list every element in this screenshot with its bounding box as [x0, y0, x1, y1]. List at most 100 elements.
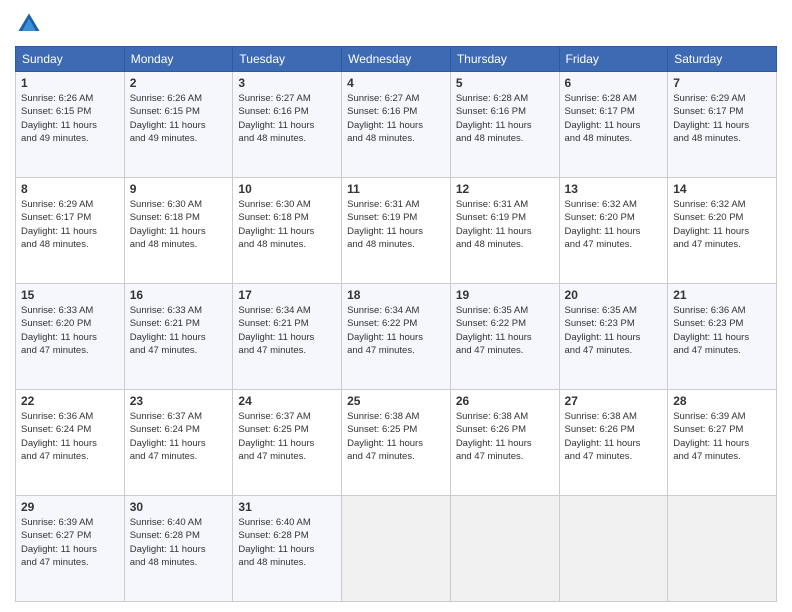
day-number: 26 — [456, 394, 554, 408]
day-number: 12 — [456, 182, 554, 196]
day-info: Sunrise: 6:36 AM Sunset: 6:23 PM Dayligh… — [673, 304, 771, 357]
calendar-cell: 4 Sunrise: 6:27 AM Sunset: 6:16 PM Daylig… — [342, 72, 451, 178]
day-info: Sunrise: 6:31 AM Sunset: 6:19 PM Dayligh… — [456, 198, 554, 251]
calendar-cell: 27Sunrise: 6:38 AM Sunset: 6:26 PM Dayli… — [559, 390, 668, 496]
calendar-cell: 18Sunrise: 6:34 AM Sunset: 6:22 PM Dayli… — [342, 284, 451, 390]
calendar-cell: 1 Sunrise: 6:26 AM Sunset: 6:15 PM Daylig… — [16, 72, 125, 178]
day-number: 3 — [238, 76, 336, 90]
calendar-cell: 29 Sunrise: 6:39 AM Sunset: 6:27 PM Dayli… — [16, 496, 125, 602]
day-number: 1 — [21, 76, 119, 90]
calendar-cell: 28 Sunrise: 6:39 AM Sunset: 6:27 PM Dayli… — [668, 390, 777, 496]
calendar-cell: 2Sunrise: 6:26 AM Sunset: 6:15 PM Daylig… — [124, 72, 233, 178]
calendar-week-2: 8 Sunrise: 6:29 AM Sunset: 6:17 PM Daylig… — [16, 178, 777, 284]
day-number: 18 — [347, 288, 445, 302]
calendar-table: SundayMondayTuesdayWednesdayThursdayFrid… — [15, 46, 777, 602]
day-info: Sunrise: 6:37 AM Sunset: 6:25 PM Dayligh… — [238, 410, 336, 463]
day-number: 6 — [565, 76, 663, 90]
day-info: Sunrise: 6:35 AM Sunset: 6:22 PM Dayligh… — [456, 304, 554, 357]
day-info: Sunrise: 6:33 AM Sunset: 6:20 PM Dayligh… — [21, 304, 119, 357]
calendar-header-wednesday: Wednesday — [342, 47, 451, 72]
calendar-header-monday: Monday — [124, 47, 233, 72]
day-info: Sunrise: 6:26 AM Sunset: 6:15 PM Dayligh… — [130, 92, 228, 145]
calendar-cell: 6 Sunrise: 6:28 AM Sunset: 6:17 PM Daylig… — [559, 72, 668, 178]
day-info: Sunrise: 6:29 AM Sunset: 6:17 PM Dayligh… — [21, 198, 119, 251]
day-info: Sunrise: 6:30 AM Sunset: 6:18 PM Dayligh… — [238, 198, 336, 251]
day-info: Sunrise: 6:30 AM Sunset: 6:18 PM Dayligh… — [130, 198, 228, 251]
calendar-header-saturday: Saturday — [668, 47, 777, 72]
day-number: 17 — [238, 288, 336, 302]
calendar-cell: 30 Sunrise: 6:40 AM Sunset: 6:28 PM Dayli… — [124, 496, 233, 602]
calendar-cell: 10 Sunrise: 6:30 AM Sunset: 6:18 PM Dayli… — [233, 178, 342, 284]
calendar-week-4: 22 Sunrise: 6:36 AM Sunset: 6:24 PM Dayli… — [16, 390, 777, 496]
day-number: 9 — [130, 182, 228, 196]
day-number: 19 — [456, 288, 554, 302]
day-number: 23 — [130, 394, 228, 408]
calendar-cell: 26 Sunrise: 6:38 AM Sunset: 6:26 PM Dayli… — [450, 390, 559, 496]
day-info: Sunrise: 6:37 AM Sunset: 6:24 PM Dayligh… — [130, 410, 228, 463]
day-info: Sunrise: 6:27 AM Sunset: 6:16 PM Dayligh… — [347, 92, 445, 145]
day-info: Sunrise: 6:36 AM Sunset: 6:24 PM Dayligh… — [21, 410, 119, 463]
calendar-header-tuesday: Tuesday — [233, 47, 342, 72]
day-info: Sunrise: 6:32 AM Sunset: 6:20 PM Dayligh… — [673, 198, 771, 251]
day-info: Sunrise: 6:33 AM Sunset: 6:21 PM Dayligh… — [130, 304, 228, 357]
calendar-cell: 14Sunrise: 6:32 AM Sunset: 6:20 PM Dayli… — [668, 178, 777, 284]
day-number: 29 — [21, 500, 119, 514]
day-number: 30 — [130, 500, 228, 514]
day-info: Sunrise: 6:38 AM Sunset: 6:26 PM Dayligh… — [456, 410, 554, 463]
calendar-cell: 3 Sunrise: 6:27 AM Sunset: 6:16 PM Daylig… — [233, 72, 342, 178]
calendar-cell: 16 Sunrise: 6:33 AM Sunset: 6:21 PM Dayli… — [124, 284, 233, 390]
day-info: Sunrise: 6:38 AM Sunset: 6:25 PM Dayligh… — [347, 410, 445, 463]
day-number: 4 — [347, 76, 445, 90]
day-number: 28 — [673, 394, 771, 408]
calendar-cell: 15 Sunrise: 6:33 AM Sunset: 6:20 PM Dayli… — [16, 284, 125, 390]
calendar-week-5: 29 Sunrise: 6:39 AM Sunset: 6:27 PM Dayli… — [16, 496, 777, 602]
calendar-cell: 23 Sunrise: 6:37 AM Sunset: 6:24 PM Dayli… — [124, 390, 233, 496]
day-info: Sunrise: 6:39 AM Sunset: 6:27 PM Dayligh… — [673, 410, 771, 463]
calendar-cell: 11Sunrise: 6:31 AM Sunset: 6:19 PM Dayli… — [342, 178, 451, 284]
day-number: 11 — [347, 182, 445, 196]
day-info: Sunrise: 6:35 AM Sunset: 6:23 PM Dayligh… — [565, 304, 663, 357]
day-info: Sunrise: 6:32 AM Sunset: 6:20 PM Dayligh… — [565, 198, 663, 251]
calendar-cell: 31Sunrise: 6:40 AM Sunset: 6:28 PM Dayli… — [233, 496, 342, 602]
day-info: Sunrise: 6:26 AM Sunset: 6:15 PM Dayligh… — [21, 92, 119, 145]
calendar-header-sunday: Sunday — [16, 47, 125, 72]
calendar-cell: 25 Sunrise: 6:38 AM Sunset: 6:25 PM Dayli… — [342, 390, 451, 496]
calendar-cell: 22 Sunrise: 6:36 AM Sunset: 6:24 PM Dayli… — [16, 390, 125, 496]
day-info: Sunrise: 6:34 AM Sunset: 6:21 PM Dayligh… — [238, 304, 336, 357]
calendar-cell: 13 Sunrise: 6:32 AM Sunset: 6:20 PM Dayli… — [559, 178, 668, 284]
day-number: 8 — [21, 182, 119, 196]
day-number: 7 — [673, 76, 771, 90]
calendar-cell: 24 Sunrise: 6:37 AM Sunset: 6:25 PM Dayli… — [233, 390, 342, 496]
generalblue-logo-icon — [15, 10, 43, 38]
day-number: 10 — [238, 182, 336, 196]
logo — [15, 10, 47, 38]
day-info: Sunrise: 6:28 AM Sunset: 6:17 PM Dayligh… — [565, 92, 663, 145]
calendar-cell — [668, 496, 777, 602]
day-number: 13 — [565, 182, 663, 196]
day-number: 20 — [565, 288, 663, 302]
day-number: 25 — [347, 394, 445, 408]
day-info: Sunrise: 6:28 AM Sunset: 6:16 PM Dayligh… — [456, 92, 554, 145]
day-number: 16 — [130, 288, 228, 302]
calendar-cell: 9 Sunrise: 6:30 AM Sunset: 6:18 PM Daylig… — [124, 178, 233, 284]
calendar-cell: 12 Sunrise: 6:31 AM Sunset: 6:19 PM Dayli… — [450, 178, 559, 284]
day-number: 22 — [21, 394, 119, 408]
day-info: Sunrise: 6:38 AM Sunset: 6:26 PM Dayligh… — [565, 410, 663, 463]
calendar-header-thursday: Thursday — [450, 47, 559, 72]
day-info: Sunrise: 6:27 AM Sunset: 6:16 PM Dayligh… — [238, 92, 336, 145]
day-info: Sunrise: 6:29 AM Sunset: 6:17 PM Dayligh… — [673, 92, 771, 145]
calendar-cell — [342, 496, 451, 602]
day-number: 24 — [238, 394, 336, 408]
calendar-cell — [450, 496, 559, 602]
calendar-week-3: 15 Sunrise: 6:33 AM Sunset: 6:20 PM Dayli… — [16, 284, 777, 390]
calendar-cell: 8 Sunrise: 6:29 AM Sunset: 6:17 PM Daylig… — [16, 178, 125, 284]
day-number: 21 — [673, 288, 771, 302]
day-number: 31 — [238, 500, 336, 514]
calendar-cell: 7 Sunrise: 6:29 AM Sunset: 6:17 PM Daylig… — [668, 72, 777, 178]
calendar-cell: 20 Sunrise: 6:35 AM Sunset: 6:23 PM Dayli… — [559, 284, 668, 390]
day-number: 15 — [21, 288, 119, 302]
calendar-week-1: 1 Sunrise: 6:26 AM Sunset: 6:15 PM Daylig… — [16, 72, 777, 178]
day-info: Sunrise: 6:39 AM Sunset: 6:27 PM Dayligh… — [21, 516, 119, 569]
calendar-cell: 5Sunrise: 6:28 AM Sunset: 6:16 PM Daylig… — [450, 72, 559, 178]
day-info: Sunrise: 6:40 AM Sunset: 6:28 PM Dayligh… — [130, 516, 228, 569]
